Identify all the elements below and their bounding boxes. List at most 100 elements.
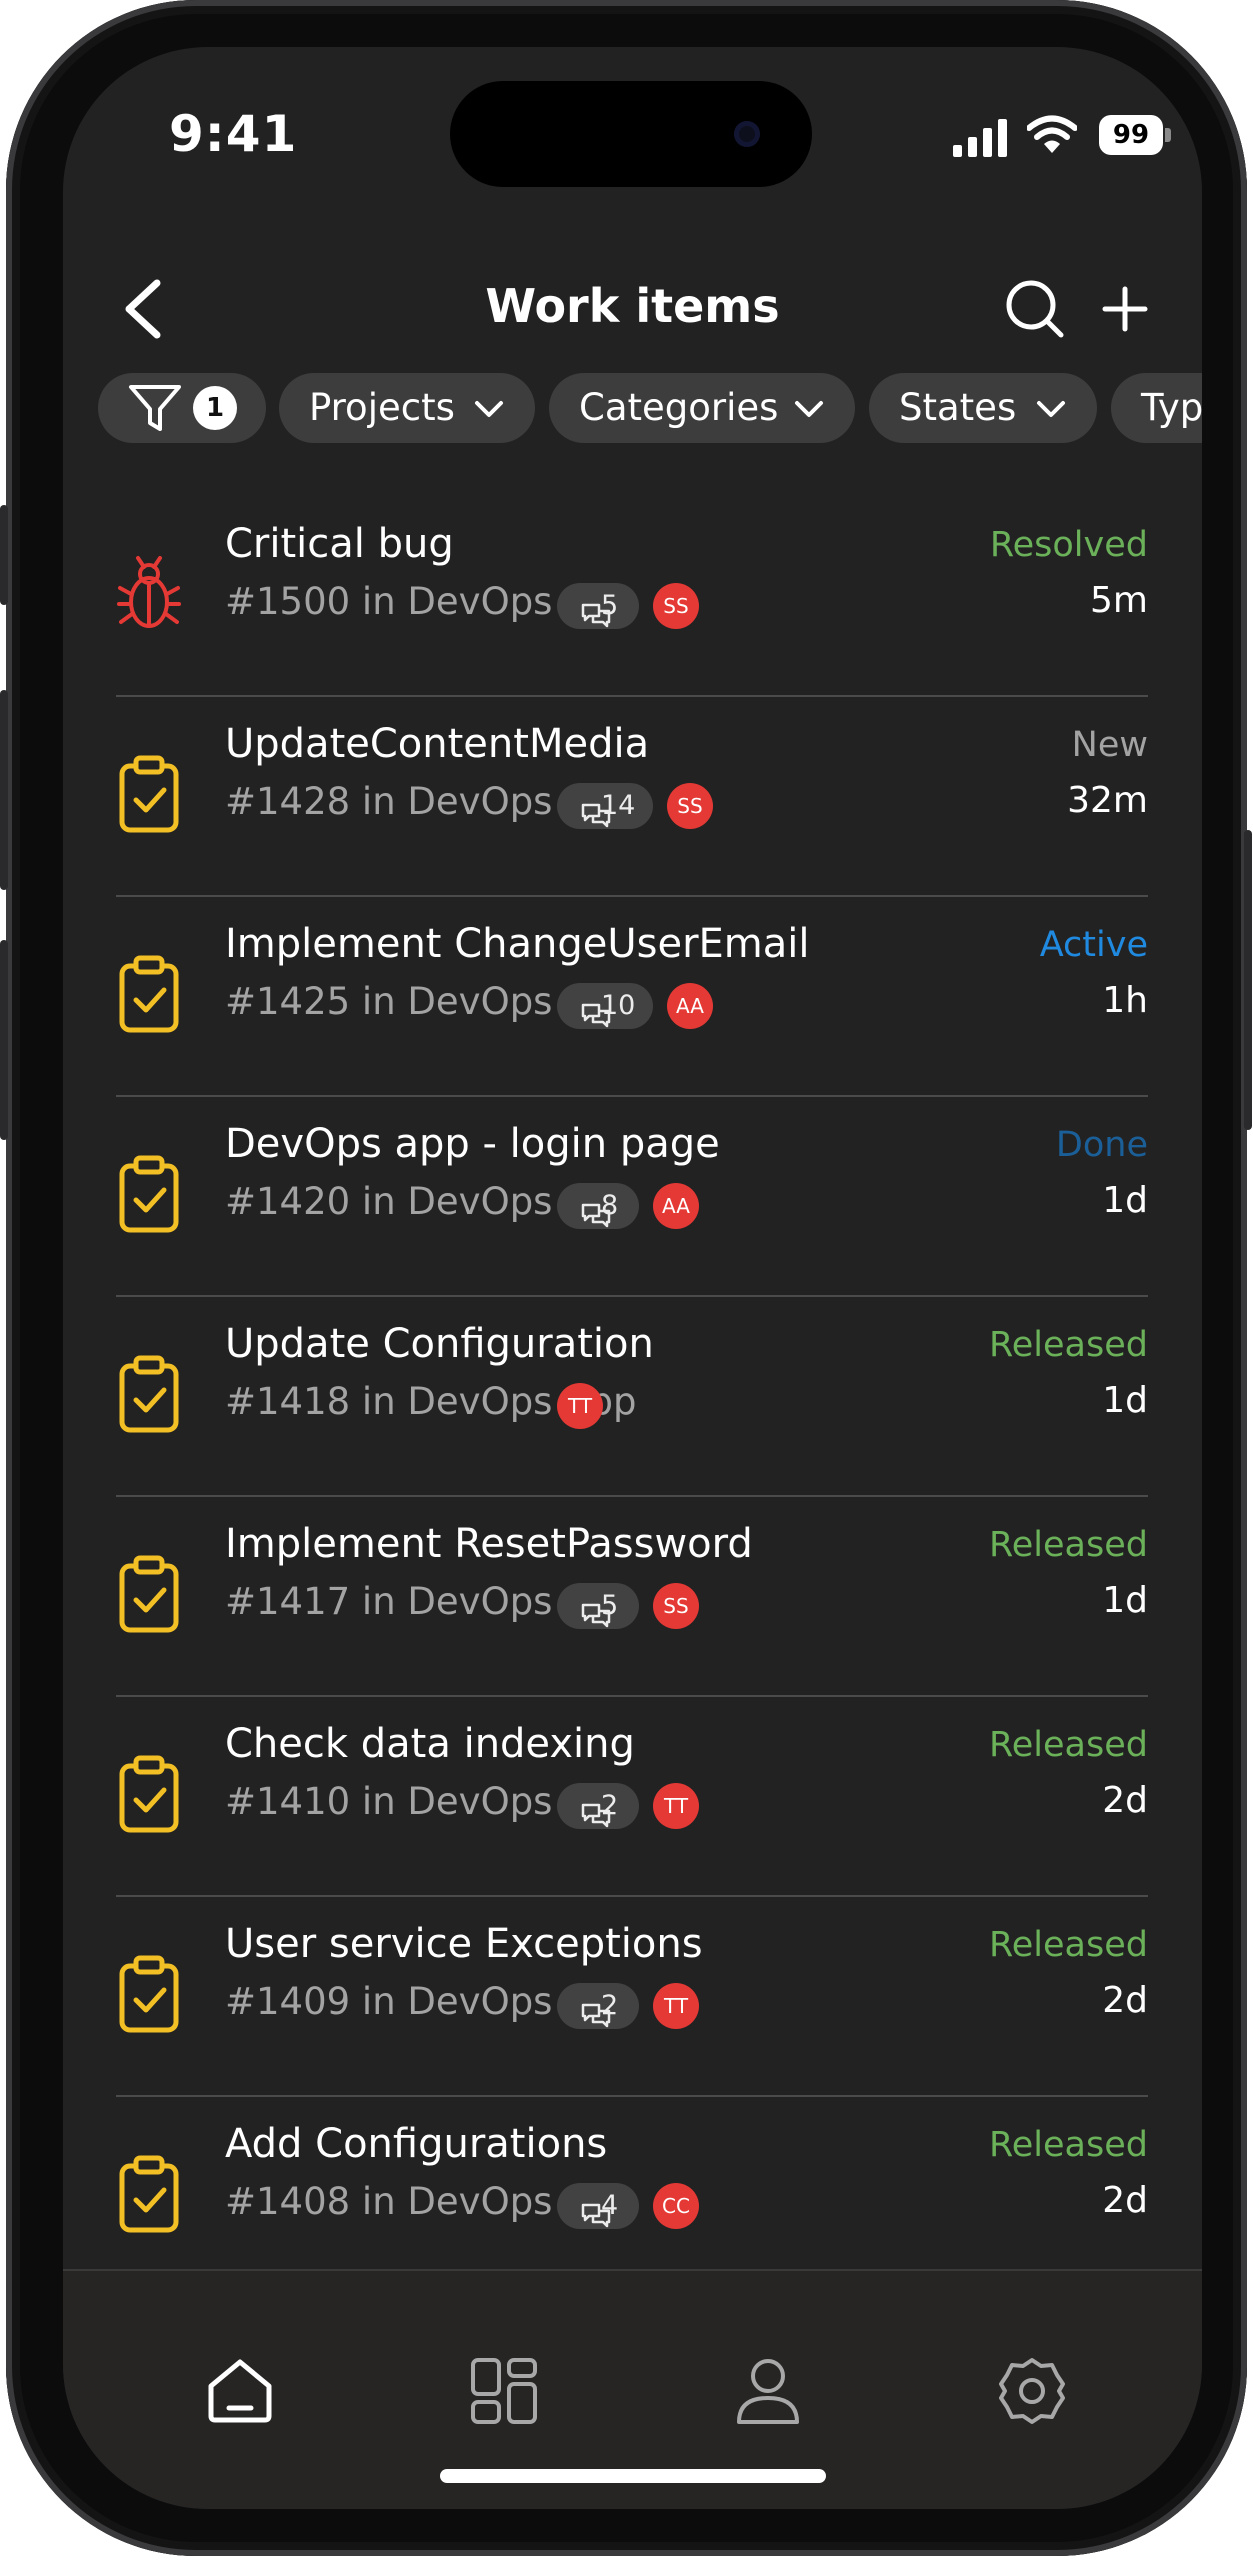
chevron-down-icon bbox=[475, 401, 503, 417]
clipboard-check-icon bbox=[116, 1954, 182, 2034]
work-item-title: Implement ChangeUserEmail bbox=[225, 921, 810, 967]
filter-bar: 1 Projects Categories States Typ bbox=[98, 373, 1202, 443]
work-item-title: UpdateContentMedia bbox=[225, 721, 650, 767]
work-item-age: 5m bbox=[1090, 580, 1148, 621]
projects-filter-chip[interactable]: Projects bbox=[279, 373, 535, 443]
dashboard-icon bbox=[471, 2358, 537, 2424]
power-button bbox=[1244, 830, 1252, 1130]
filter-button[interactable]: 1 bbox=[98, 373, 266, 443]
clipboard-check-icon bbox=[116, 1154, 182, 1234]
clipboard-check-icon bbox=[116, 754, 182, 834]
assignee-avatar: SS bbox=[653, 583, 699, 629]
work-item-age: 1d bbox=[1102, 1380, 1148, 1421]
work-item-age: 32m bbox=[1067, 780, 1148, 821]
tab-settings[interactable] bbox=[997, 2356, 1067, 2426]
work-item-row[interactable]: Update Configuration #1418 in DevOps App T… bbox=[63, 1297, 1202, 1497]
assignee-avatar: AA bbox=[667, 983, 713, 1029]
clipboard-check-icon bbox=[116, 954, 182, 1034]
comment-count: 10 bbox=[601, 990, 636, 1021]
camera-icon bbox=[734, 121, 760, 147]
comments-icon bbox=[569, 593, 611, 628]
work-item-age: 1d bbox=[1102, 1180, 1148, 1221]
assignee-avatar: TT bbox=[653, 1783, 699, 1829]
clipboard-check-icon bbox=[116, 1754, 182, 1834]
comment-count-pill: 2 bbox=[557, 1983, 639, 2029]
chevron-down-icon bbox=[795, 401, 823, 417]
work-item-title: Update Configuration bbox=[225, 1321, 654, 1367]
search-button[interactable] bbox=[1003, 277, 1067, 341]
chip-label: Categories bbox=[579, 386, 779, 429]
work-item-row[interactable]: UpdateContentMedia #1428 in DevOps App 14 S… bbox=[63, 697, 1202, 897]
comment-count-pill: 14 bbox=[557, 783, 653, 829]
status-icons: 99 bbox=[893, 111, 1183, 171]
work-item-row[interactable]: Implement ChangeUserEmail #1425 in DevOps… bbox=[63, 897, 1202, 1097]
work-item-state: Released bbox=[989, 1325, 1148, 1365]
search-icon bbox=[1006, 280, 1064, 338]
work-item-row[interactable]: Critical bug #1500 in DevOps App 5 SS Resolv… bbox=[63, 497, 1202, 697]
mute-switch bbox=[0, 505, 8, 605]
comment-count: 5 bbox=[601, 590, 619, 621]
comments-icon bbox=[569, 1993, 611, 2028]
comments-icon bbox=[569, 1593, 611, 1628]
work-item-title: DevOps app - login page bbox=[225, 1121, 720, 1167]
work-item-row[interactable]: DevOps app - login page #1420 in DevOps A… bbox=[63, 1097, 1202, 1297]
states-filter-chip[interactable]: States bbox=[869, 373, 1097, 443]
assignee-avatar: SS bbox=[667, 783, 713, 829]
work-item-age: 2d bbox=[1102, 2180, 1148, 2221]
assignee-avatar: TT bbox=[557, 1383, 603, 1429]
work-item-age: 2d bbox=[1102, 1780, 1148, 1821]
work-item-age: 2d bbox=[1102, 1980, 1148, 2021]
app-screen: 9:41 99 Work items 1 Projects Categories… bbox=[63, 47, 1202, 2509]
signal-icon bbox=[953, 119, 1007, 157]
add-button[interactable] bbox=[1093, 277, 1157, 341]
comment-count: 4 bbox=[601, 2190, 619, 2221]
tab-dashboard[interactable] bbox=[469, 2356, 539, 2426]
comment-count: 14 bbox=[601, 790, 636, 821]
work-item-row[interactable]: Implement ResetPassword #1417 in DevOps A… bbox=[63, 1497, 1202, 1697]
clipboard-check-icon bbox=[116, 1554, 182, 1634]
assignee-avatar: CC bbox=[653, 2183, 699, 2229]
comments-icon bbox=[569, 993, 611, 1028]
wifi-icon bbox=[1027, 115, 1077, 153]
comments-icon bbox=[569, 2193, 611, 2228]
comment-count: 2 bbox=[601, 1990, 619, 2021]
work-item-title: Check data indexing bbox=[225, 1721, 635, 1767]
comments-icon bbox=[569, 1193, 611, 1228]
comment-count: 2 bbox=[601, 1790, 619, 1821]
work-item-title: Implement ResetPassword bbox=[225, 1521, 753, 1567]
chevron-down-icon bbox=[1037, 401, 1065, 417]
work-item-title: Critical bug bbox=[225, 521, 454, 567]
tab-home[interactable] bbox=[205, 2356, 275, 2426]
work-item-title: User service Exceptions bbox=[225, 1921, 703, 1967]
comment-count: 5 bbox=[601, 1590, 619, 1621]
chip-label: Type bbox=[1141, 386, 1202, 429]
work-item-row[interactable]: User service Exceptions #1409 in DevOps A… bbox=[63, 1897, 1202, 2097]
filter-icon bbox=[129, 385, 181, 431]
status-time: 9:41 bbox=[169, 105, 298, 163]
comments-icon bbox=[569, 1793, 611, 1828]
work-item-state: Released bbox=[989, 2125, 1148, 2165]
battery-icon: 99 bbox=[1099, 115, 1171, 155]
profile-icon bbox=[737, 2359, 799, 2424]
work-item-state: Released bbox=[989, 1525, 1148, 1565]
tab-profile[interactable] bbox=[733, 2356, 803, 2426]
volume-up-button bbox=[0, 690, 8, 890]
work-item-state: New bbox=[1071, 725, 1148, 765]
work-item-title: Add Configurations bbox=[225, 2121, 608, 2167]
home-icon bbox=[208, 2359, 272, 2423]
plus-icon bbox=[1102, 286, 1148, 332]
comment-count-pill: 5 bbox=[557, 1583, 639, 1629]
assignee-avatar: AA bbox=[653, 1183, 699, 1229]
type-filter-chip[interactable]: Type bbox=[1111, 373, 1202, 443]
work-item-age: 1h bbox=[1102, 980, 1148, 1021]
work-item-state: Released bbox=[989, 1725, 1148, 1765]
dynamic-island bbox=[450, 81, 812, 187]
comment-count-pill: 5 bbox=[557, 583, 639, 629]
filter-count-badge: 1 bbox=[193, 386, 237, 430]
comment-count-pill: 8 bbox=[557, 1183, 639, 1229]
work-item-row[interactable]: Add Configurations #1408 in DevOps App 4 CC… bbox=[63, 2097, 1202, 2297]
comments-icon bbox=[569, 793, 611, 828]
home-indicator[interactable] bbox=[440, 2469, 826, 2483]
work-item-row[interactable]: Check data indexing #1410 in DevOps App 2 T… bbox=[63, 1697, 1202, 1897]
categories-filter-chip[interactable]: Categories bbox=[549, 373, 855, 443]
